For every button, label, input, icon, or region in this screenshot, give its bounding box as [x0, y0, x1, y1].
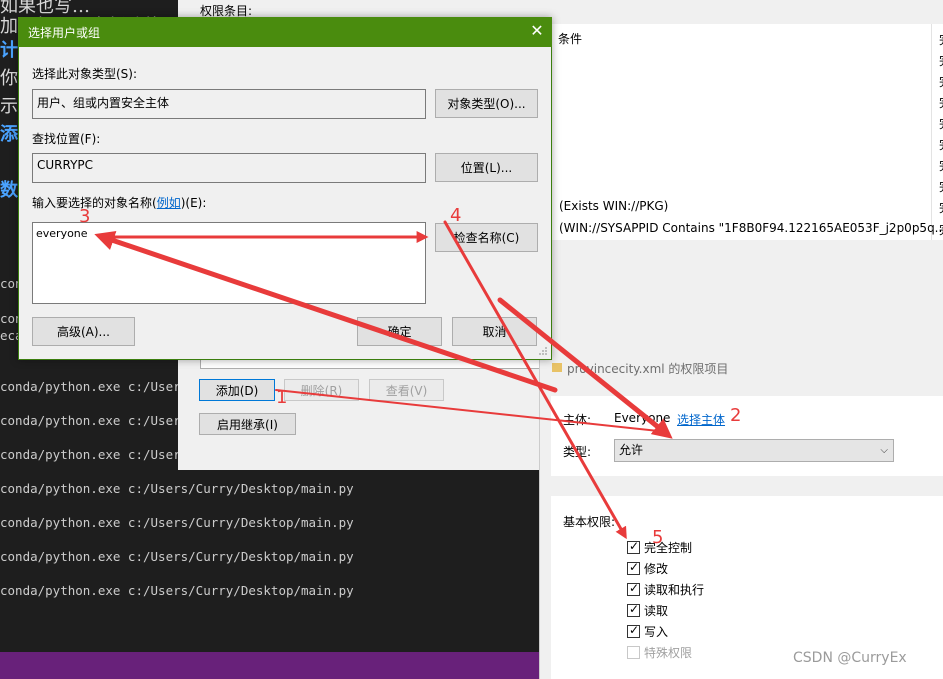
step-number-1: 1 — [276, 387, 288, 408]
arrow-step2 — [497, 297, 673, 439]
annotation-arrows — [94, 220, 673, 540]
step-number-3: 3 — [79, 206, 91, 227]
step-number-5: 5 — [652, 527, 664, 548]
step-number-2: 2 — [730, 405, 742, 426]
step-number-4: 4 — [450, 205, 462, 226]
watermark-text: CSDN @CurryEx — [793, 650, 907, 666]
arrow-step1 — [275, 389, 669, 433]
arrow-step3 — [94, 231, 558, 393]
